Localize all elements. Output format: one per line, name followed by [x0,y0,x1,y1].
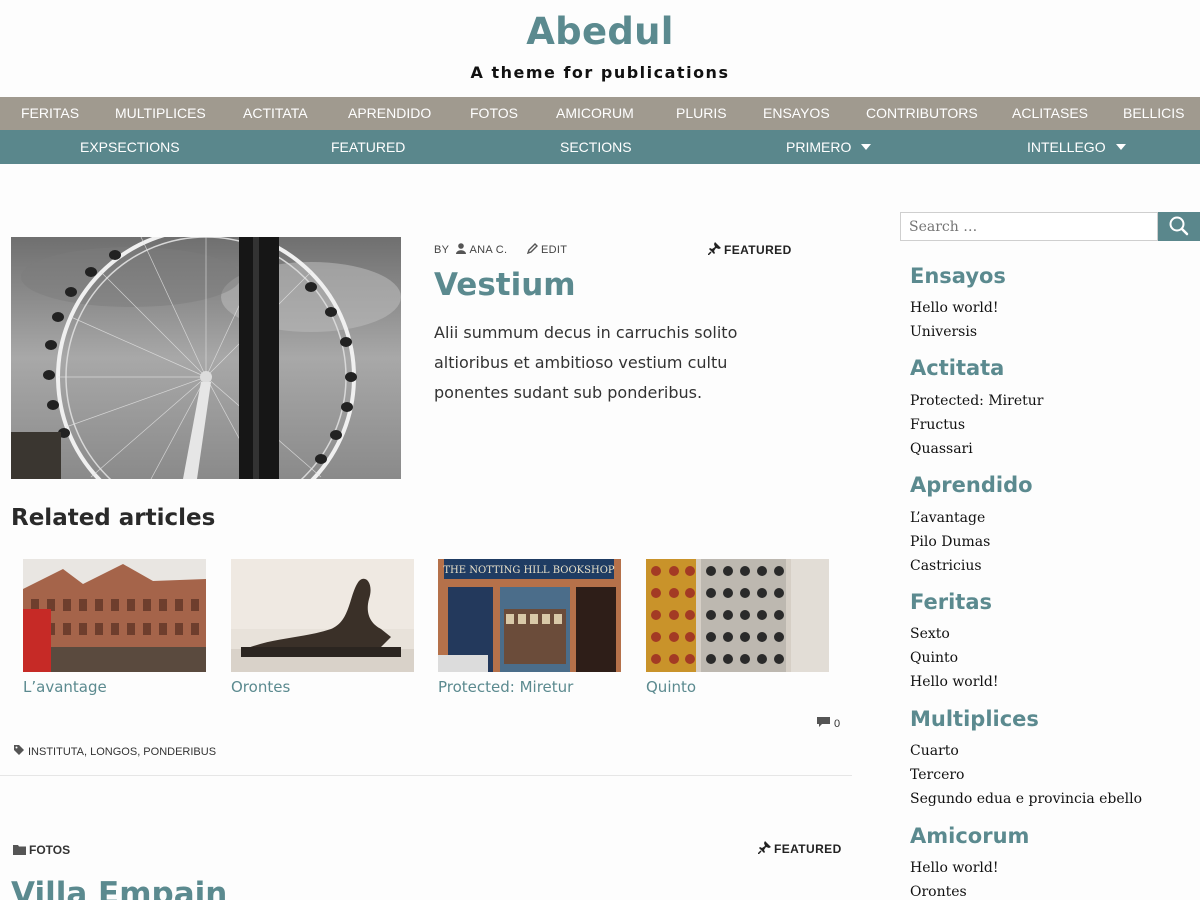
dropdown-caret-icon [861,144,872,151]
sidebar-link[interactable]: Pilo Dumas [910,534,990,550]
comments-link[interactable]: 0 [816,716,840,730]
menu-item-feritas[interactable]: Feritas [21,97,79,130]
related-articles-heading: Related articles [11,505,216,531]
sidebar-heading-actitata: Actitata [910,356,1005,380]
featured-image-ferris-wheel[interactable] [11,237,401,479]
sidebar-heading-multiplices: Multiplices [910,707,1039,731]
menu-item-intellego[interactable]: Intellego [1027,130,1126,164]
post2-featured-text: Featured [774,842,842,856]
menu-item-primero-label: Primero [786,139,852,155]
comment-icon [817,717,830,727]
related-thumb-miretur[interactable]: THE NOTTING HILL BOOKSHOP [438,559,621,672]
post2-category-label: Fotos [29,843,71,857]
menu-item-contributors[interactable]: Contributors [866,97,978,130]
bookshop-photo: THE NOTTING HILL BOOKSHOP [438,559,621,672]
site-header: Abedul A theme for publications [0,0,1200,97]
post-title[interactable]: Vestium [434,267,576,303]
featured-label: Featured [708,242,792,257]
site-title[interactable]: Abedul [0,10,1200,53]
menu-item-ensayos[interactable]: Ensayos [763,97,830,130]
related-link-quinto[interactable]: Quinto [646,678,696,696]
edit-link[interactable]: Edit [527,243,567,256]
sidebar-link[interactable]: Sexto [910,626,950,642]
related-thumb-quinto[interactable] [646,559,829,672]
search-input[interactable] [900,212,1158,241]
sidebar-link[interactable]: Cuarto [910,743,959,759]
sidebar-link[interactable]: Quassari [910,441,973,457]
user-icon [456,243,467,254]
sidebar-link[interactable]: Universis [910,324,977,340]
sidebar-link[interactable]: Protected: Miretur [910,393,1043,409]
menu-item-actitata[interactable]: Actitata [243,97,308,130]
search-icon [1169,216,1189,236]
pin-icon [708,242,721,255]
edit-label: Edit [541,244,568,256]
pencil-icon [527,243,538,254]
sculpture-photo [231,559,414,672]
sidebar-link[interactable]: Quinto [910,650,958,666]
menu-item-intellego-label: Intellego [1027,139,1106,155]
post-divider [0,775,852,776]
building-photo [23,559,206,672]
sidebar-link[interactable]: Tercero [910,767,964,783]
sidebar-link[interactable]: Castricius [910,558,982,574]
secondary-menu: Expsections Featured Sections Primero In… [0,130,1200,164]
search-button[interactable] [1158,212,1200,241]
menu-item-fotos[interactable]: Fotos [470,97,518,130]
sidebar-link[interactable]: Orontes [910,884,967,900]
pin-icon [758,841,771,854]
folder-icon [13,845,26,855]
sidebar-heading-feritas: Feritas [910,590,993,614]
sidebar-link[interactable]: Fructus [910,417,965,433]
dropdown-caret-icon [1115,144,1126,151]
featured-label-text: Featured [724,243,792,257]
sidebar-heading-amicorum: Amicorum [910,824,1030,848]
tags-list[interactable]: Instituta, Longos, Ponderibus [28,746,216,758]
related-thumb-orontes[interactable] [231,559,414,672]
menu-item-aprendido[interactable]: Aprendido [348,97,431,130]
menu-item-bellicis[interactable]: Bellicis [1123,97,1184,130]
related-link-miretur[interactable]: Protected: Miretur [438,678,573,696]
author-link[interactable]: Ana C. [469,244,507,256]
related-thumb-lavantage[interactable] [23,559,206,672]
sidebar-heading-aprendido: Aprendido [910,473,1033,497]
menu-item-sections[interactable]: Sections [560,130,632,164]
primary-menu: Feritas Multiplices Actitata Aprendido F… [0,97,1200,130]
sidebar-link[interactable]: Segundo edua e provincia ebello [910,791,1142,807]
menu-item-primero[interactable]: Primero [786,130,872,164]
menu-item-pluris[interactable]: Pluris [676,97,727,130]
related-link-orontes[interactable]: Orontes [231,678,290,696]
post2-category[interactable]: Fotos [13,843,70,857]
comment-count: 0 [834,718,841,730]
by-label: by [434,244,450,256]
post2-title[interactable]: Villa Empain [11,876,227,900]
sidebar-link[interactable]: Hello world! [910,674,999,690]
related-link-lavantage[interactable]: L’avantage [23,678,107,696]
ferris-wheel-photo [11,237,401,479]
menu-item-expsections[interactable]: Expsections [80,130,180,164]
pop-art-photo [646,559,829,672]
menu-item-multiplices[interactable]: Multiplices [115,97,206,130]
post-excerpt: Alii summum decus in carruchis solito al… [434,323,738,402]
menu-item-featured[interactable]: Featured [331,130,405,164]
menu-item-amicorum[interactable]: Amicorum [556,97,634,130]
sidebar-heading-ensayos: Ensayos [910,264,1006,288]
sidebar-link[interactable]: Hello world! [910,300,999,316]
post-byline: by Ana C. [434,243,507,256]
tag-icon [14,745,24,755]
site-tagline: A theme for publications [470,63,730,82]
bookshop-sign-text: THE NOTTING HILL BOOKSHOP [443,565,615,576]
menu-item-aclitases[interactable]: Aclitases [1012,97,1088,130]
sidebar-link[interactable]: Hello world! [910,860,999,876]
post-tags: Instituta, Longos, Ponderibus [13,744,216,758]
sidebar-link[interactable]: L’avantage [910,510,985,526]
post2-featured-label: Featured [758,841,842,856]
